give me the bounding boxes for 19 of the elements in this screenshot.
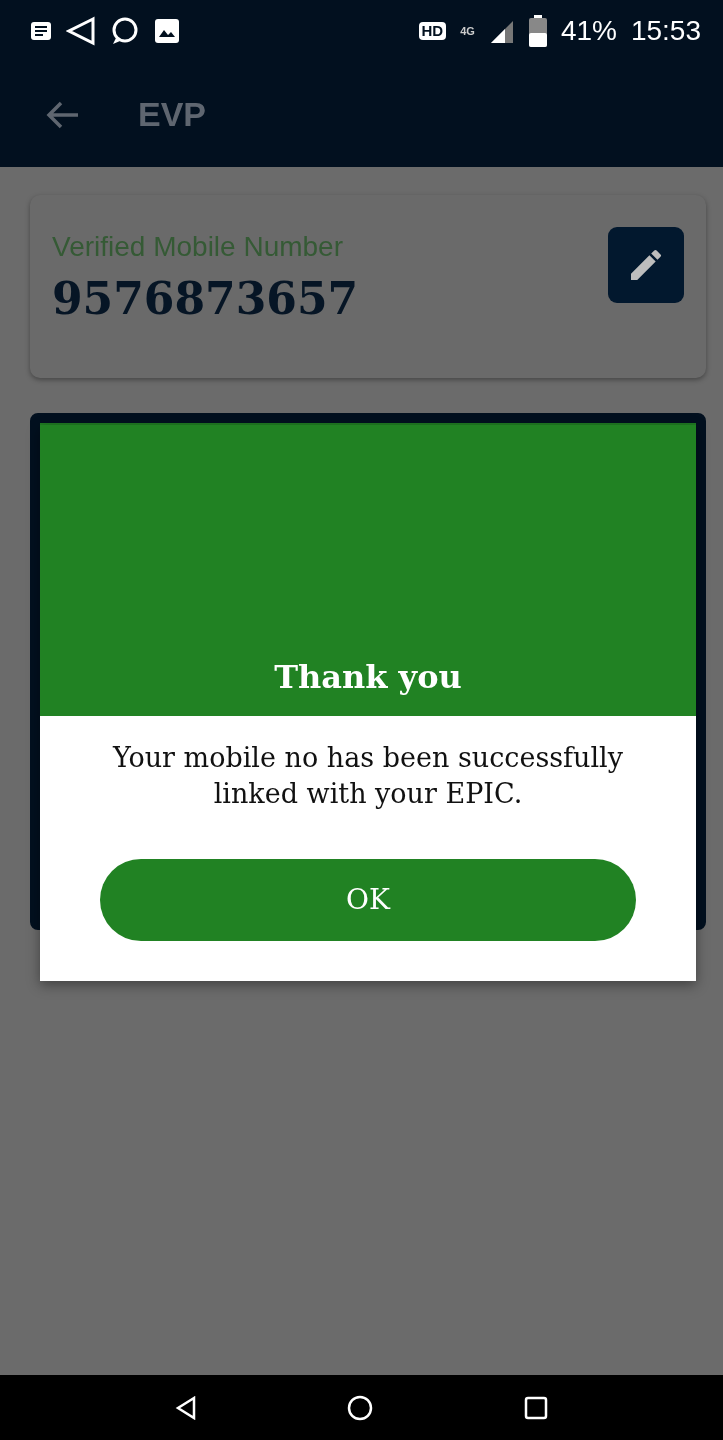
home-icon[interactable] — [347, 1394, 374, 1421]
network-type: 4G — [460, 25, 475, 37]
dialog-message: Your mobile no has been successfully linked with your EPIC. — [111, 741, 624, 812]
hd-badge: HD — [418, 21, 447, 41]
back-icon[interactable] — [175, 1395, 198, 1420]
back-arrow-icon[interactable] — [46, 99, 80, 130]
mobile-number: 9576873657 — [52, 273, 359, 324]
recents-icon[interactable] — [523, 1395, 548, 1420]
dialog-title: Thank you — [274, 658, 462, 696]
edit-button[interactable] — [608, 227, 684, 303]
clock: 15:53 — [630, 15, 701, 47]
app-title: EVP — [138, 95, 207, 134]
message-icon — [30, 20, 52, 42]
ok-button[interactable]: OK — [100, 858, 636, 941]
triangle-icon — [66, 16, 96, 46]
battery-icon — [528, 15, 547, 47]
image-icon — [154, 18, 180, 44]
battery-percent: 41% — [560, 15, 617, 47]
chat-icon — [110, 16, 140, 46]
